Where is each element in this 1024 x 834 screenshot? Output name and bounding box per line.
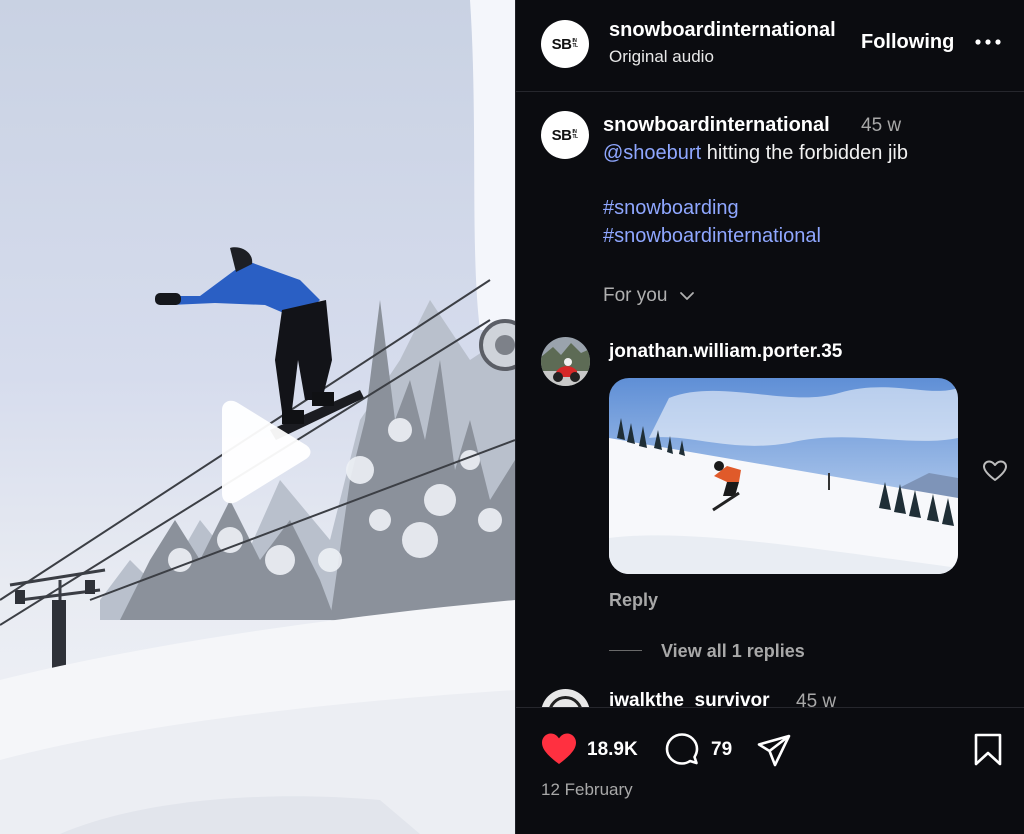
like-count: 18.9K	[587, 739, 638, 760]
caption-timestamp: 45 w	[861, 115, 902, 136]
comment-filter-label: For you	[603, 285, 668, 306]
avatar-sup-text: INTL	[572, 38, 578, 49]
reply-button[interactable]: Reply	[609, 590, 658, 611]
hashtag-link[interactable]: #snowboarding	[603, 197, 739, 220]
avatar-text: SB	[551, 35, 572, 53]
view-replies-button[interactable]: View all 1 replies	[661, 641, 805, 662]
commenter-username[interactable]: jonathan.william.porter.35	[609, 341, 842, 363]
audio-label[interactable]: Original audio	[609, 47, 714, 67]
caption-username[interactable]: snowboardinternational	[603, 114, 830, 137]
more-icon[interactable]	[974, 30, 1002, 54]
bookmark-icon[interactable]	[973, 733, 1003, 767]
caption-text: @shoeburt hitting the forbidden jib	[603, 142, 908, 165]
play-icon[interactable]	[212, 400, 312, 504]
hashtag-link[interactable]: #snowboardinternational	[603, 225, 821, 248]
comment-count: 79	[711, 739, 733, 760]
caption-avatar[interactable]: SB INTL	[541, 111, 589, 159]
replies-divider	[609, 650, 642, 651]
post-date: 12 February	[541, 780, 633, 799]
post-action-bar: 18.9K 79 12 February	[516, 707, 1024, 834]
chevron-down-icon	[679, 292, 694, 300]
post-panel: SB INTL snowboardinternational Original …	[515, 0, 1024, 834]
heart-icon[interactable]	[540, 732, 578, 766]
following-button[interactable]: Following	[861, 31, 954, 54]
comment-icon[interactable]	[664, 732, 700, 768]
caption-body: hitting the forbidden jib	[701, 142, 908, 164]
caption-mention-link[interactable]: @shoeburt	[603, 142, 701, 164]
post-header: SB INTL snowboardinternational Original …	[516, 0, 1024, 92]
comment-attached-image[interactable]	[609, 378, 958, 574]
commenter-avatar[interactable]	[541, 337, 590, 386]
video-player[interactable]	[0, 0, 515, 834]
account-avatar[interactable]: SB INTL	[541, 20, 589, 68]
caption-avatar-text: SB	[551, 126, 572, 144]
share-icon[interactable]	[756, 734, 792, 768]
account-username[interactable]: snowboardinternational	[609, 19, 836, 42]
heart-icon[interactable]	[982, 459, 1008, 483]
comment-filter-dropdown[interactable]: For you	[603, 285, 695, 307]
caption-avatar-sup: INTL	[572, 129, 578, 140]
